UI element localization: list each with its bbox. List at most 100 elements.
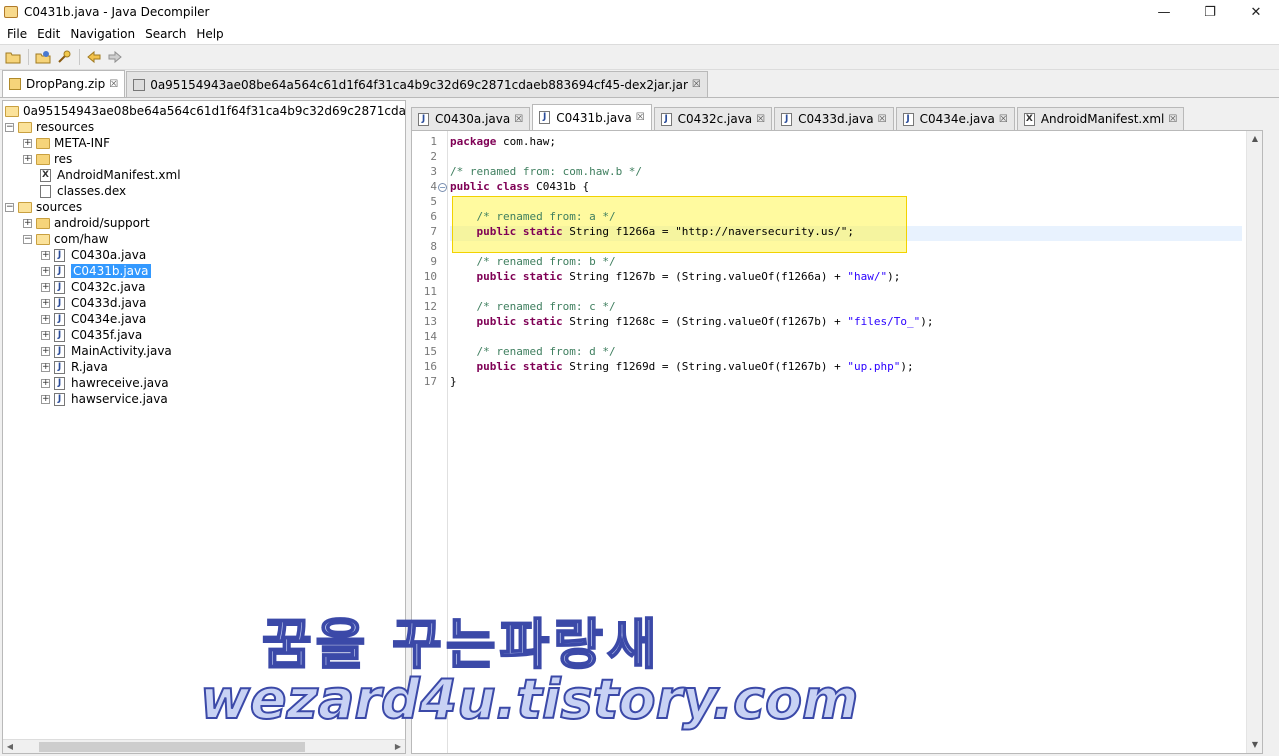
- expand-icon[interactable]: +: [41, 250, 50, 260]
- close-icon[interactable]: ☒: [636, 112, 645, 123]
- code-line: public class C0431b {: [450, 180, 590, 193]
- tab-dex2jar-jar[interactable]: 0a95154943ae08be64a564c61d1f64f31ca4b9c3…: [126, 71, 708, 97]
- back-arrow-icon[interactable]: [84, 47, 104, 67]
- close-icon[interactable]: ☒: [999, 114, 1008, 125]
- expand-icon[interactable]: +: [41, 298, 50, 308]
- collapse-icon[interactable]: −: [5, 202, 14, 212]
- tree-item-res[interactable]: + res: [23, 151, 72, 167]
- java-file-icon: J: [54, 248, 65, 262]
- tree-item-java[interactable]: + J C0435f.java: [41, 327, 142, 343]
- close-icon[interactable]: ☒: [878, 114, 887, 125]
- code-line: }: [450, 375, 457, 388]
- code-line: /* renamed from: c */: [476, 300, 616, 313]
- folder-icon: [36, 137, 50, 149]
- tree-item-java[interactable]: + J C0432c.java: [41, 279, 145, 295]
- expand-icon[interactable]: +: [41, 362, 50, 372]
- expand-icon[interactable]: +: [41, 378, 50, 388]
- close-icon[interactable]: ☒: [514, 114, 523, 125]
- tab-label: AndroidManifest.xml: [1040, 112, 1165, 126]
- collapse-icon[interactable]: −: [5, 122, 14, 132]
- scroll-up-icon[interactable]: ▲: [1247, 131, 1262, 147]
- tree-item-androidmanifest[interactable]: X AndroidManifest.xml: [40, 167, 181, 183]
- collapse-icon[interactable]: −: [23, 234, 32, 244]
- open-folder-icon[interactable]: [3, 47, 23, 67]
- expand-icon[interactable]: +: [23, 218, 32, 228]
- expand-icon[interactable]: +: [41, 394, 50, 404]
- tree-item-com-haw[interactable]: − com/haw: [23, 231, 108, 247]
- scroll-right-icon[interactable]: ▶: [391, 740, 405, 753]
- tab-c0430a-java[interactable]: J C0430a.java ☒: [411, 107, 531, 130]
- line-number: 6: [430, 210, 437, 223]
- tree-item-sources[interactable]: − sources: [5, 199, 82, 215]
- xml-file-icon: X: [1023, 112, 1035, 126]
- expand-icon[interactable]: +: [23, 154, 32, 164]
- menu-edit[interactable]: Edit: [32, 27, 65, 41]
- line-number: 17: [423, 375, 437, 388]
- code-line: /* renamed from: d */: [476, 345, 616, 358]
- tree-item-java[interactable]: + J C0430a.java: [41, 247, 146, 263]
- tree-root[interactable]: 0a95154943ae08be64a564c61d1f64f31ca4b9c3…: [5, 103, 405, 119]
- title-bar: C0431b.java - Java Decompiler — ❐ ✕: [0, 0, 1279, 24]
- tab-androidmanifest-xml[interactable]: X AndroidManifest.xml ☒: [1016, 107, 1185, 130]
- tree-item-java[interactable]: + J MainActivity.java: [41, 343, 172, 359]
- expand-icon[interactable]: +: [41, 346, 50, 356]
- tab-c0434e-java[interactable]: J C0434e.java ☒: [895, 107, 1015, 130]
- tree-label: hawreceive.java: [71, 376, 169, 390]
- tab-droppang-zip[interactable]: DropPang.zip ☒: [2, 70, 126, 97]
- menu-navigation[interactable]: Navigation: [65, 27, 140, 41]
- tree-item-java[interactable]: + J C0433d.java: [41, 295, 147, 311]
- java-file-icon: J: [781, 112, 793, 126]
- menu-search[interactable]: Search: [140, 27, 191, 41]
- java-file-icon: J: [54, 296, 65, 310]
- tab-c0433d-java[interactable]: J C0433d.java ☒: [774, 107, 894, 130]
- close-icon[interactable]: ☒: [1168, 114, 1177, 125]
- editor-vertical-scrollbar[interactable]: ▲ ▼: [1246, 131, 1262, 753]
- fold-collapse-icon[interactable]: −: [438, 183, 447, 192]
- forward-arrow-icon[interactable]: [105, 47, 125, 67]
- tree-item-java[interactable]: + J C0431b.java: [41, 263, 151, 279]
- expand-icon[interactable]: +: [41, 266, 50, 276]
- tree-label: android/support: [54, 216, 150, 230]
- close-button[interactable]: ✕: [1233, 0, 1279, 24]
- java-file-icon: J: [539, 111, 551, 124]
- java-file-icon: J: [54, 344, 65, 358]
- code-line: package com.haw;: [450, 135, 556, 148]
- line-number: 4: [430, 180, 437, 193]
- line-number: 13: [423, 315, 437, 328]
- scrollbar-thumb[interactable]: [39, 742, 305, 752]
- tab-label: 0a95154943ae08be64a564c61d1f64f31ca4b9c3…: [150, 77, 688, 92]
- tree-item-android-support[interactable]: + android/support: [23, 215, 150, 231]
- close-icon[interactable]: ☒: [692, 79, 701, 90]
- tree-item-java[interactable]: + J hawservice.java: [41, 391, 168, 407]
- expand-icon[interactable]: +: [41, 330, 50, 340]
- scroll-left-icon[interactable]: ◀: [3, 740, 17, 753]
- tab-label: DropPang.zip: [26, 77, 106, 91]
- tab-c0431b-java[interactable]: J C0431b.java ☒: [532, 104, 652, 130]
- toolbar: [0, 44, 1279, 70]
- menu-help[interactable]: Help: [191, 27, 228, 41]
- restore-button[interactable]: ❐: [1187, 0, 1233, 24]
- scroll-down-icon[interactable]: ▼: [1247, 737, 1262, 753]
- expand-icon[interactable]: +: [41, 282, 50, 292]
- close-icon[interactable]: ☒: [756, 114, 765, 125]
- tree-horizontal-scrollbar[interactable]: ◀ ▶: [3, 739, 405, 753]
- close-icon[interactable]: ☒: [109, 79, 118, 90]
- tree-item-java[interactable]: + J C0434e.java: [41, 311, 146, 327]
- minimize-button[interactable]: —: [1141, 0, 1187, 24]
- tree-item-java[interactable]: + J hawreceive.java: [41, 375, 169, 391]
- tree-label: AndroidManifest.xml: [57, 168, 181, 182]
- expand-icon[interactable]: +: [23, 138, 32, 148]
- tree-item-resources[interactable]: − resources: [5, 119, 94, 135]
- tree-item-java[interactable]: + J R.java: [41, 359, 108, 375]
- tree-item-meta-inf[interactable]: + META-INF: [23, 135, 110, 151]
- code-line: public static String f1269d = (String.va…: [476, 360, 914, 373]
- folder-open-icon: [18, 201, 32, 213]
- menu-file[interactable]: File: [2, 27, 32, 41]
- java-file-icon: J: [54, 328, 65, 342]
- expand-icon[interactable]: +: [41, 314, 50, 324]
- open-jar-icon[interactable]: [33, 47, 53, 67]
- search-type-icon[interactable]: [54, 47, 74, 67]
- tree-item-classes-dex[interactable]: classes.dex: [40, 183, 126, 199]
- tab-c0432c-java[interactable]: J C0432c.java ☒: [653, 107, 773, 130]
- main-tab-bar: DropPang.zip ☒ 0a95154943ae08be64a564c61…: [0, 70, 1279, 98]
